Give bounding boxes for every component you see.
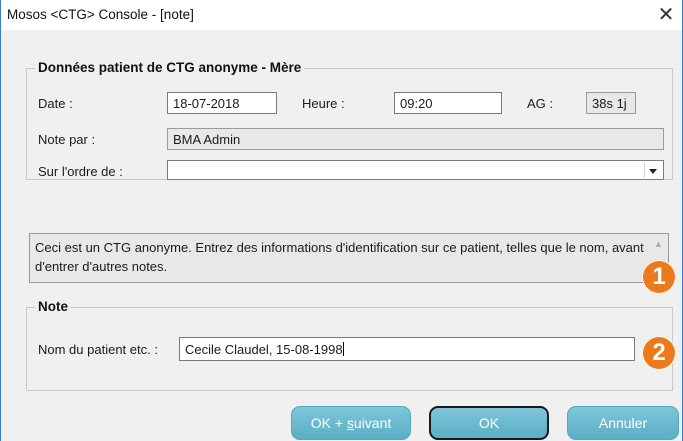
heure-field[interactable]: 09:20: [394, 92, 502, 114]
ordre-combobox[interactable]: [167, 160, 664, 180]
heure-value: 09:20: [400, 96, 433, 111]
date-value: 18-07-2018: [173, 96, 240, 111]
ok-suivant-suffix: uivant: [353, 415, 392, 431]
annuler-label: Annuler: [598, 415, 648, 431]
date-label: Date :: [38, 96, 73, 111]
ok-button[interactable]: OK: [429, 406, 549, 440]
ok-suivant-prefix: OK +: [310, 415, 347, 431]
text-cursor: [342, 342, 344, 356]
annuler-button[interactable]: Annuler: [567, 406, 679, 440]
ag-label: AG :: [527, 96, 554, 111]
nom-patient-field[interactable]: Cecile Claudel, 15-08-1998: [179, 337, 635, 361]
ok-suivant-mnemonic: s: [346, 415, 354, 431]
patient-data-legend: Données patient de CTG anonyme - Mère: [35, 60, 305, 75]
ordre-label: Sur l'ordre de :: [38, 164, 123, 179]
title-bar[interactable]: Mosos <CTG> Console - [note] ✕: [1, 0, 682, 30]
note-group: Note Nom du patient etc. : Cecile Claude…: [26, 299, 673, 391]
note-legend: Note: [35, 299, 71, 314]
nom-patient-value: Cecile Claudel, 15-08-1998: [185, 342, 343, 357]
heure-label: Heure :: [302, 96, 345, 111]
ag-field: 38s 1j: [586, 92, 636, 114]
scroll-up-icon[interactable]: ▲: [651, 237, 666, 252]
anonymous-info-box: Ceci est un CTG anonyme. Entrez des info…: [29, 233, 669, 283]
ok-suivant-button[interactable]: OK + suivant: [291, 406, 411, 440]
step-badge-2: 2: [642, 336, 676, 370]
window-title: Mosos <CTG> Console - [note]: [7, 7, 194, 22]
ok-label: OK: [478, 415, 500, 431]
close-icon[interactable]: ✕: [652, 2, 680, 28]
chevron-down-icon[interactable]: [644, 162, 662, 178]
nom-patient-label: Nom du patient etc. :: [38, 342, 158, 357]
date-field[interactable]: 18-07-2018: [167, 92, 277, 114]
ag-value: 38s 1j: [592, 96, 627, 111]
dialog-window: Mosos <CTG> Console - [note] ✕ Données p…: [0, 0, 683, 441]
note-par-label: Note par :: [38, 132, 96, 147]
anonymous-info-text: Ceci est un CTG anonyme. Entrez des info…: [35, 240, 644, 274]
step-badge-1: 1: [642, 260, 676, 294]
patient-data-group: Données patient de CTG anonyme - Mère Da…: [26, 60, 673, 180]
dialog-body: Données patient de CTG anonyme - Mère Da…: [1, 30, 682, 441]
note-par-value: BMA Admin: [173, 132, 241, 147]
note-par-field: BMA Admin: [167, 128, 664, 150]
